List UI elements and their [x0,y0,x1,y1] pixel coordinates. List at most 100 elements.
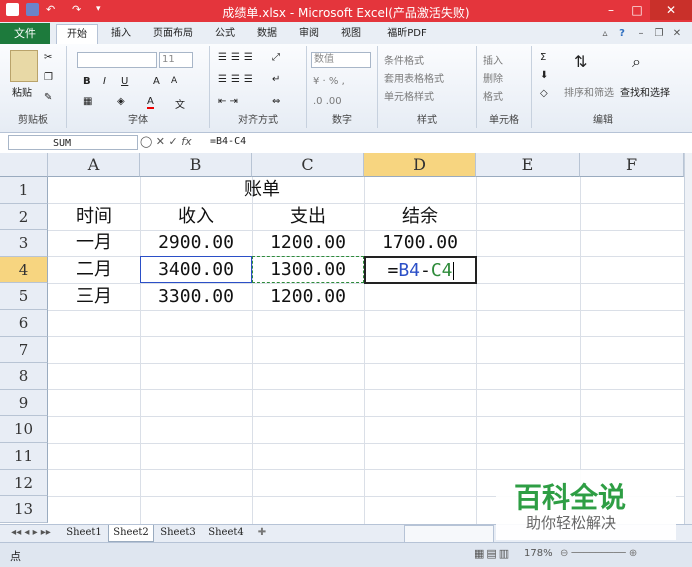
zoom-slider[interactable]: ⊖ ───────── ⊕ [560,548,680,560]
tab-view[interactable]: 视图 [334,24,368,44]
border-icon[interactable]: ▦ [83,96,92,107]
sheet-nav-arrows[interactable]: ◂◂ ◂ ▸ ▸▸ [4,525,58,541]
cell-month[interactable]: 一月 [48,230,140,256]
row-header[interactable]: 3 [0,230,48,257]
ribbon-minimize-icon[interactable]: ▵ [598,24,612,44]
worksheet-grid[interactable]: A B C D E F 1 2 3 4 5 6 7 8 9 10 11 12 1… [0,153,692,524]
cell-month[interactable]: 二月 [48,256,140,283]
vertical-scrollbar[interactable] [684,153,692,524]
copy-icon[interactable]: ❐ [44,72,53,83]
font-color-icon[interactable]: A [147,96,154,109]
horizontal-align-icons[interactable]: ☰☰☰ [218,74,257,85]
cell-styles-button[interactable]: 单元格样式 [384,88,434,103]
merge-center-icon[interactable]: ⇔ [272,96,280,107]
find-select-button[interactable]: 查找和选择 [620,84,670,99]
conditional-format-button[interactable]: 条件格式 [384,52,424,67]
cell-header-income[interactable]: 收入 [140,203,252,230]
row-header[interactable]: 11 [0,443,48,470]
row-header[interactable]: 12 [0,469,48,497]
close-button[interactable]: ✕ [650,0,692,20]
autosum-icon[interactable]: Σ [540,52,546,63]
column-header-c[interactable]: C [252,153,364,177]
cell-expense-referenced[interactable]: 1300.00 [252,256,364,283]
row-header[interactable]: 7 [0,336,48,364]
doc-close-icon[interactable]: ✕ [670,24,684,44]
paste-label[interactable]: 粘贴 [12,84,32,99]
tab-page-layout[interactable]: 页面布局 [146,24,200,44]
cut-icon[interactable]: ✂ [44,52,52,63]
fill-color-icon[interactable]: ◈ [117,96,125,107]
cell-title[interactable]: 账单 [48,177,476,203]
sort-filter-icon[interactable]: ⇅ [574,52,587,71]
delete-cells-button[interactable]: 删除 [483,70,503,85]
find-select-icon[interactable]: ⌕ [632,52,641,72]
cell-month[interactable]: 三月 [48,283,140,310]
row-header[interactable]: 1 [0,177,48,204]
column-header-a[interactable]: A [48,153,140,177]
format-painter-icon[interactable]: ✎ [44,92,52,103]
cell-expense[interactable]: 1200.00 [252,230,364,256]
help-icon[interactable]: ? [614,24,630,44]
cell-header-time[interactable]: 时间 [48,203,140,230]
cell-header-balance[interactable]: 结余 [364,203,476,230]
clear-icon[interactable]: ◇ [540,88,548,99]
column-header-f[interactable]: F [580,153,684,177]
select-all-corner[interactable] [0,153,48,177]
row-header[interactable]: 9 [0,389,48,417]
sheet-tab[interactable]: Sheet3 [156,525,200,541]
new-sheet-icon[interactable]: ✚ [252,525,272,541]
tab-foxit-pdf[interactable]: 福昕PDF [378,24,436,44]
sheet-tab[interactable]: Sheet1 [62,525,106,541]
cell-income[interactable]: 3300.00 [140,283,252,310]
tab-insert[interactable]: 插入 [104,24,138,44]
shrink-font-icon[interactable]: A [171,76,177,86]
doc-restore-icon[interactable]: ❐ [652,24,666,44]
row-header[interactable]: 4 [0,256,48,284]
doc-minimize-icon[interactable]: – [634,24,648,44]
formula-input[interactable]: =B4-C4 [210,136,246,147]
column-header-b[interactable]: B [140,153,252,177]
vertical-align-icons[interactable]: ☰☰☰ [218,52,257,63]
cell-income[interactable]: 2900.00 [140,230,252,256]
insert-cells-button[interactable]: 插入 [483,52,503,67]
row-header[interactable]: 5 [0,283,48,310]
horizontal-scrollbar[interactable] [404,525,494,543]
cell-balance[interactable]: 1700.00 [364,230,476,256]
tab-home[interactable]: 开始 [56,24,98,45]
sheet-tab-active[interactable]: Sheet2 [108,525,154,542]
maximize-button[interactable]: □ [624,0,650,20]
font-size-box[interactable]: 11 [159,52,193,68]
column-header-d[interactable]: D [364,153,476,177]
name-box[interactable]: SUM [8,135,138,150]
row-header[interactable]: 13 [0,496,48,523]
row-header[interactable]: 10 [0,416,48,443]
accounting-icons[interactable]: ¥ · % , [313,76,345,87]
grow-font-icon[interactable]: A [153,76,160,87]
wrap-text-icon[interactable]: ↵ [272,74,280,85]
number-format-box[interactable]: 数值 [311,52,371,68]
orientation-icon[interactable]: ⤢ [272,52,280,63]
cell-header-expense[interactable]: 支出 [252,203,364,230]
cell-expense[interactable]: 1200.00 [252,283,364,310]
sheet-tab[interactable]: Sheet4 [204,525,248,541]
format-cells-button[interactable]: 格式 [483,88,503,103]
minimize-button[interactable]: – [598,0,624,20]
column-header-e[interactable]: E [476,153,580,177]
row-header[interactable]: 8 [0,363,48,390]
font-name-box[interactable] [77,52,157,68]
paste-icon[interactable] [10,50,38,82]
format-as-table-button[interactable]: 套用表格格式 [384,70,444,85]
row-header[interactable]: 2 [0,203,48,231]
active-cell-d4[interactable]: =B4-C4 [364,256,477,284]
phonetic-icon[interactable]: 文 [175,96,185,111]
tab-formulas[interactable]: 公式 [208,24,242,44]
indent-icons[interactable]: ⇤ ⇥ [218,96,238,107]
zoom-level[interactable]: 178% [524,548,553,559]
fill-icon[interactable]: ⬇ [540,70,548,81]
italic-icon[interactable]: I [103,76,106,87]
sort-filter-button[interactable]: 排序和筛选 [564,84,614,99]
tab-review[interactable]: 审阅 [292,24,326,44]
tab-file[interactable]: 文件 [0,23,50,44]
row-header[interactable]: 6 [0,310,48,337]
underline-icon[interactable]: U [121,76,128,87]
